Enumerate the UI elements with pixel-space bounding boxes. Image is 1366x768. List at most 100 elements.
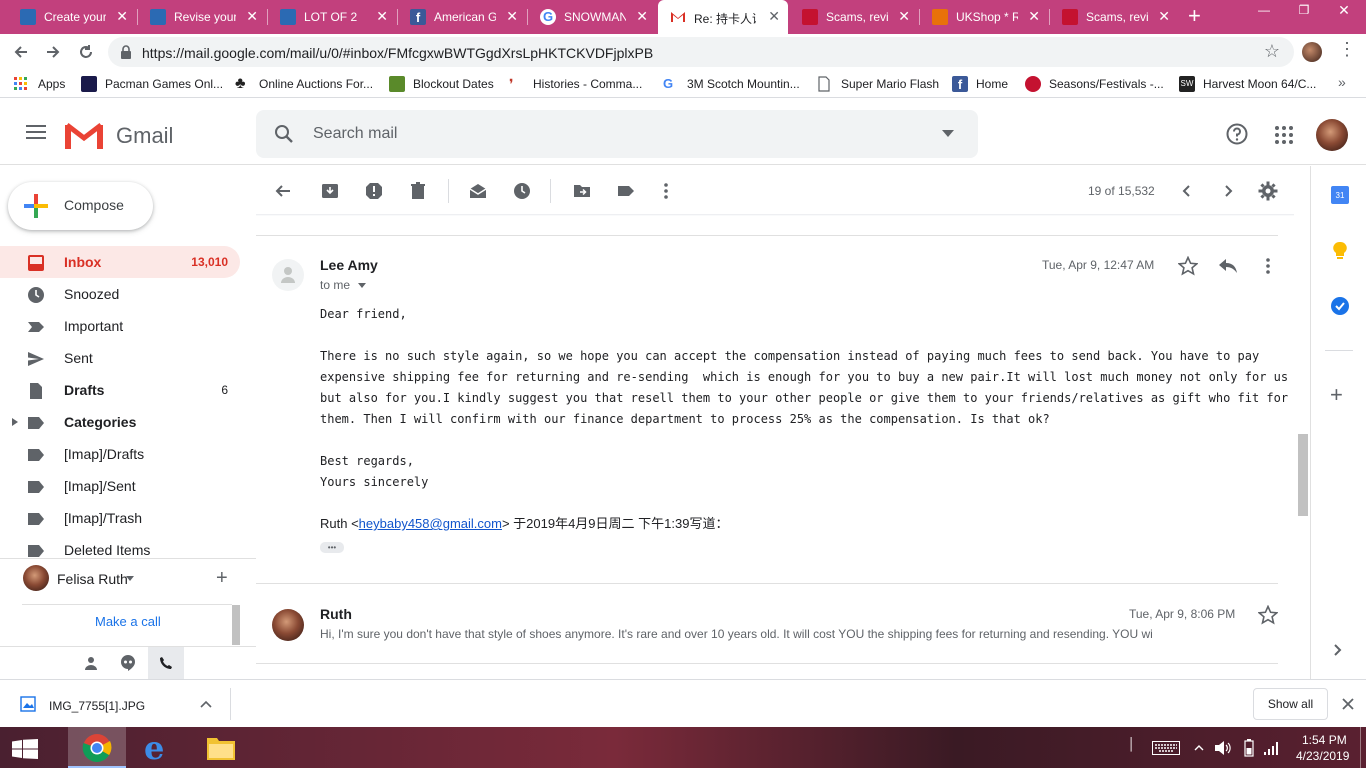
scrollbar-thumb[interactable] [232, 605, 240, 645]
browser-tab[interactable]: Scams, revie ✕ [1050, 0, 1178, 34]
message-sender-name[interactable]: Lee Amy [320, 257, 378, 273]
move-to-folder-icon[interactable] [572, 181, 592, 201]
show-desktop-button[interactable] [1360, 727, 1366, 768]
browser-tab-active[interactable]: Re: 持卡人课 ✕ [658, 0, 788, 34]
close-window-button[interactable]: ✕ [1324, 0, 1364, 22]
sidebar-item-deleted-items[interactable]: Deleted Items [0, 534, 240, 558]
close-tab-icon[interactable]: ✕ [1158, 8, 1170, 24]
sidebar-item-sent[interactable]: Sent [0, 342, 240, 374]
show-all-downloads-button[interactable]: Show all [1253, 688, 1328, 720]
phone-tab[interactable] [148, 647, 184, 680]
main-menu-icon[interactable] [26, 124, 46, 140]
archive-icon[interactable] [320, 181, 340, 201]
browser-tab[interactable]: LOT OF 2 ✕ [268, 0, 396, 34]
hangouts-avatar[interactable] [23, 565, 49, 591]
star-icon[interactable] [1258, 605, 1278, 625]
close-tab-icon[interactable]: ✕ [506, 8, 518, 24]
browser-tab[interactable]: G SNOWMAN ✕ [528, 0, 656, 34]
calendar-icon[interactable]: 31 [1331, 186, 1349, 204]
sidebar-item-imap-trash[interactable]: [Imap]/Trash [0, 502, 240, 534]
browser-tab[interactable]: UKShop * R ✕ [920, 0, 1048, 34]
report-spam-icon[interactable] [364, 181, 384, 201]
hangouts-user-name[interactable]: Felisa Ruth [57, 571, 128, 587]
search-input[interactable]: Search mail [313, 125, 397, 143]
star-icon[interactable] [1178, 256, 1198, 276]
more-options-icon[interactable] [656, 181, 676, 201]
show-details-dropdown-icon[interactable] [358, 283, 366, 288]
volume-icon[interactable] [1214, 740, 1232, 756]
windows-start-icon[interactable] [12, 739, 38, 759]
browser-tab[interactable]: Create your ✕ [8, 0, 136, 34]
mark-unread-icon[interactable] [468, 181, 488, 201]
message-more-icon[interactable] [1258, 256, 1278, 276]
search-bar[interactable]: Search mail [256, 110, 978, 158]
recipients-text[interactable]: to me [320, 278, 350, 292]
settings-gear-icon[interactable] [1258, 181, 1278, 201]
sidebar-item-snoozed[interactable]: Snoozed [0, 278, 240, 310]
ie-taskbar-button[interactable]: e [130, 727, 188, 768]
bookmark-star-icon[interactable]: ☆ [1264, 41, 1280, 62]
reply-icon[interactable] [1218, 258, 1238, 274]
chrome-taskbar-button[interactable] [68, 727, 126, 768]
new-tab-button[interactable]: + [1188, 5, 1201, 27]
account-avatar[interactable] [1316, 119, 1348, 151]
hangouts-chat-icon[interactable] [121, 655, 135, 671]
search-icon[interactable] [274, 124, 294, 144]
maximize-button[interactable]: ❐ [1284, 0, 1324, 22]
close-tab-icon[interactable]: ✕ [376, 8, 388, 24]
close-tab-icon[interactable]: ✕ [116, 8, 128, 24]
older-chevron-right-icon[interactable] [1222, 185, 1234, 197]
close-download-shelf-icon[interactable] [1342, 698, 1354, 710]
sidebar-item-categories[interactable]: Categories [0, 406, 240, 438]
contacts-person-icon[interactable] [84, 656, 98, 670]
profile-avatar[interactable] [1302, 42, 1322, 62]
download-options-chevron-icon[interactable] [200, 700, 212, 708]
file-explorer-taskbar-button[interactable] [192, 727, 250, 768]
chrome-menu-icon[interactable]: ⋮ [1338, 40, 1356, 58]
close-tab-icon[interactable]: ✕ [1028, 8, 1040, 24]
make-call-link[interactable]: Make a call [95, 614, 161, 629]
clock-time[interactable]: 1:54 PM [1302, 733, 1347, 747]
close-tab-icon[interactable]: ✕ [636, 8, 648, 24]
newer-chevron-left-icon[interactable] [1181, 185, 1193, 197]
reload-icon[interactable] [77, 43, 95, 61]
network-signal-icon[interactable] [1264, 741, 1280, 755]
compose-button[interactable]: Compose [8, 182, 153, 230]
forward-arrow-icon[interactable] [44, 43, 62, 61]
clock-date[interactable]: 4/23/2019 [1296, 749, 1349, 763]
keep-bulb-icon[interactable] [1332, 241, 1348, 261]
message-snippet[interactable]: Hi, I'm sure you don't have that style o… [320, 627, 1256, 641]
download-filename[interactable]: IMG_7755[1].JPG [49, 699, 145, 713]
message-sender-name[interactable]: Ruth [320, 606, 352, 622]
close-tab-icon[interactable]: ✕ [768, 8, 780, 24]
sidebar-item-important[interactable]: Important [0, 310, 240, 342]
expand-panel-chevron-icon[interactable] [1334, 644, 1342, 656]
help-icon[interactable] [1226, 123, 1248, 145]
address-bar[interactable]: https://mail.google.com/mail/u/0/#inbox/… [108, 37, 1294, 67]
sidebar-item-imap-sent[interactable]: [Imap]/Sent [0, 470, 240, 502]
back-to-inbox-icon[interactable] [273, 181, 293, 201]
quoted-email-link[interactable]: heybaby458@gmail.com [359, 516, 502, 531]
sender-avatar[interactable] [272, 609, 304, 641]
touch-keyboard-icon[interactable] [1152, 741, 1180, 755]
bookmarks-overflow-icon[interactable]: » [1338, 74, 1346, 90]
close-tab-icon[interactable]: ✕ [246, 8, 258, 24]
browser-tab[interactable]: Revise your ✕ [138, 0, 266, 34]
back-arrow-icon[interactable] [12, 43, 30, 61]
delete-trash-icon[interactable] [408, 181, 428, 201]
status-dropdown-icon[interactable] [126, 576, 134, 581]
tasks-check-icon[interactable] [1330, 296, 1350, 316]
sidebar-item-drafts[interactable]: Drafts 6 [0, 374, 240, 406]
label-tag-icon[interactable] [616, 181, 636, 201]
close-tab-icon[interactable]: ✕ [898, 8, 910, 24]
message-scrollbar-thumb[interactable] [1298, 434, 1308, 516]
google-apps-icon[interactable] [1274, 125, 1294, 145]
search-options-dropdown-icon[interactable] [942, 130, 954, 138]
browser-tab[interactable]: f American G ✕ [398, 0, 526, 34]
show-hidden-icons-chevron-icon[interactable] [1194, 745, 1204, 751]
new-conversation-plus-icon[interactable]: + [216, 567, 228, 590]
expand-arrow-icon[interactable] [12, 418, 18, 426]
snooze-clock-icon[interactable] [512, 181, 532, 201]
battery-icon[interactable] [1244, 739, 1254, 757]
sidebar-item-imap-drafts[interactable]: [Imap]/Drafts [0, 438, 240, 470]
